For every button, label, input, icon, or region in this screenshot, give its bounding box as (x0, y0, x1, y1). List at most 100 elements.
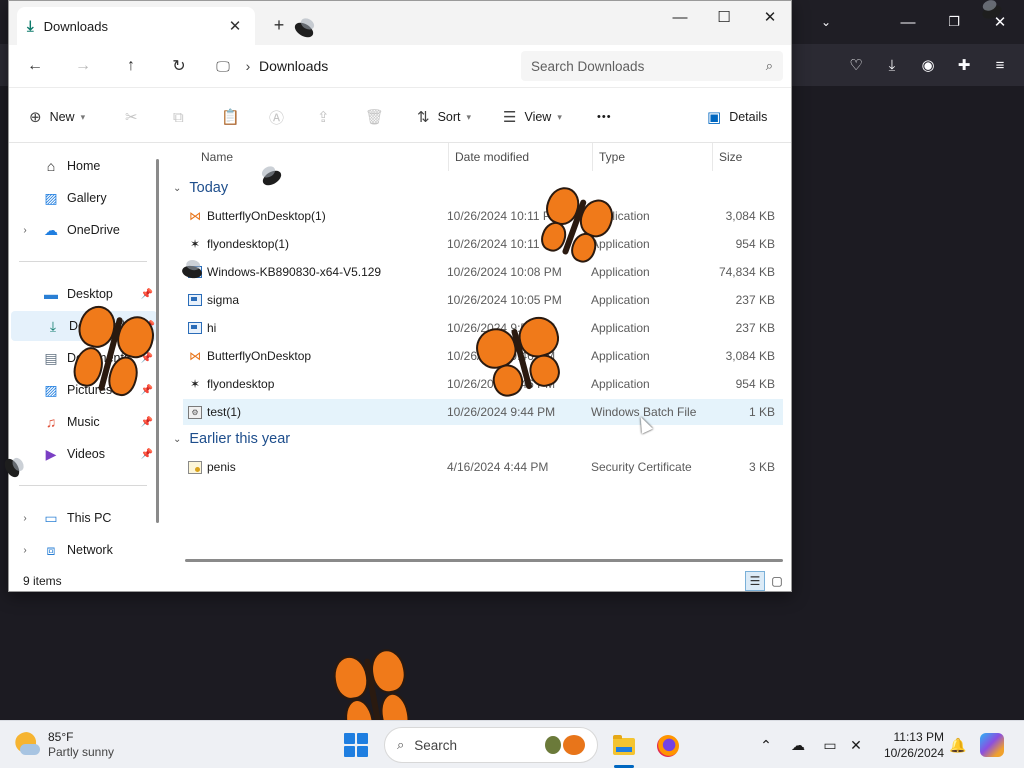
close-button[interactable]: ✕ (747, 1, 791, 33)
minimize-button[interactable]: — (657, 1, 703, 33)
sort-icon: ⇅ (417, 109, 430, 126)
pin-icon[interactable]: 📌 (141, 289, 153, 300)
column-header-type[interactable]: Type (593, 143, 713, 171)
plus-circle-icon: ⊕ (29, 109, 42, 126)
file-name: flyondesktop(1) (207, 237, 290, 251)
network-icon: ⧈ (46, 541, 56, 558)
pocket-icon[interactable]: ♡ (844, 53, 868, 77)
onedrive-tray-icon[interactable]: ☁ (786, 733, 810, 757)
paste-button[interactable]: 📋 (221, 104, 248, 130)
up-button[interactable]: ↑ (117, 52, 145, 80)
sidebar-item-gallery[interactable]: ▨ Gallery (9, 183, 155, 213)
search-placeholder: Search Downloads (531, 58, 645, 74)
back-button[interactable]: ← (21, 52, 49, 80)
copilot-icon[interactable] (980, 733, 1004, 757)
breadcrumb-separator[interactable]: › (237, 58, 259, 74)
taskbar-firefox[interactable] (651, 729, 685, 763)
browser-menu-icon[interactable]: ≡ (988, 53, 1012, 77)
sidebar-item-label: Network (67, 543, 113, 557)
browser-restore-icon[interactable]: ❐ (942, 10, 966, 34)
chevron-down-icon: ⌄ (173, 433, 182, 445)
pin-icon[interactable]: 📌 (141, 449, 153, 460)
cut-button[interactable]: ✂ (125, 104, 146, 130)
chevron-right-icon[interactable]: › (9, 513, 41, 524)
start-button[interactable] (344, 733, 368, 757)
tab-close-button[interactable]: ✕ (225, 17, 245, 35)
file-row[interactable]: sigma 10/26/2024 10:05 PM Application 23… (183, 287, 783, 313)
file-date: 10/26/2024 10:08 PM (447, 265, 562, 279)
sidebar-item-this-pc[interactable]: › ▭ This PC (9, 503, 155, 533)
sidebar-item-home[interactable]: ⌂ Home (9, 151, 155, 181)
sort-button[interactable]: ⇅ Sort ▾ (417, 104, 471, 130)
taskbar-search[interactable]: ⌕ Search (384, 727, 598, 763)
batch-file-icon: ⚙ (187, 404, 203, 420)
navigation-bar: ← → ↑ ↻ 🖵 › Downloads Search Downloads ⌕ (9, 45, 791, 87)
details-pane-button[interactable]: ▣ Details (707, 104, 767, 130)
file-date: 10/26/2024 10:05 PM (447, 293, 562, 307)
maximize-button[interactable]: ☐ (701, 1, 747, 33)
group-label: Today (189, 180, 229, 196)
fly-icon: ✶ (189, 237, 201, 251)
sidebar-item-network[interactable]: › ⧈ Network (9, 535, 155, 565)
extensions-icon[interactable]: ✚ (952, 53, 976, 77)
file-row[interactable]: ✶ flyondesktop(1) 10/26/2024 10:11 PM Ap… (183, 231, 783, 257)
file-row[interactable]: ⋈ ButterflyOnDesktop(1) 10/26/2024 10:11… (183, 203, 783, 229)
chevron-down-icon: ▾ (80, 111, 86, 122)
new-button[interactable]: ⊕ New ▾ (29, 104, 85, 130)
butterfly-icon: ⋈ (189, 349, 201, 363)
delete-button[interactable]: 🗑 (365, 104, 392, 130)
search-input[interactable]: Search Downloads ⌕ (521, 51, 783, 81)
group-header-today[interactable]: ⌄ Today (173, 175, 228, 201)
firefox-icon (657, 735, 679, 757)
forward-button[interactable]: → (69, 52, 97, 80)
view-list-icon: ☰ (503, 109, 517, 126)
network-tray-icon[interactable]: ▭ (818, 733, 842, 757)
partly-sunny-icon (14, 732, 40, 758)
horizontal-scrollbar[interactable] (185, 559, 783, 562)
browser-downloads-icon[interactable]: ⤓ (880, 53, 904, 77)
system-clock[interactable]: 11:13 PM 10/26/2024 (874, 729, 944, 761)
certificate-icon (187, 459, 203, 475)
details-view-button[interactable]: ☰ (745, 571, 765, 591)
show-hidden-icons-button[interactable]: ⌃ (754, 733, 778, 757)
app-icon (187, 292, 203, 308)
search-icon[interactable]: ⌕ (766, 58, 773, 74)
file-row[interactable]: Windows-KB890830-x64-V5.129 10/26/2024 1… (183, 259, 783, 285)
chevron-right-icon[interactable]: › (9, 545, 41, 556)
new-tab-button[interactable]: + (267, 13, 291, 37)
view-button[interactable]: ☰ View ▾ (503, 104, 562, 130)
rename-icon: Ⓐ (269, 109, 285, 127)
notification-bell-icon[interactable]: 🔔 (946, 733, 970, 757)
browser-minimize-icon[interactable]: — (896, 10, 920, 34)
file-explorer-window: ⤓ Downloads ✕ + — ☐ ✕ ← → ↑ ↻ 🖵 › Downlo… (8, 0, 792, 592)
breadcrumb-downloads[interactable]: Downloads (259, 58, 328, 74)
tiles-view-button[interactable]: ▢ (767, 571, 787, 591)
share-icon: ⇪ (317, 109, 330, 126)
copy-button[interactable]: ⧉ (173, 104, 192, 130)
more-options-button[interactable]: ••• (597, 104, 612, 130)
tab-downloads[interactable]: ⤓ Downloads ✕ (17, 7, 255, 45)
sidebar-item-onedrive[interactable]: › ☁ OneDrive (9, 215, 155, 245)
column-header-name[interactable]: Name (195, 143, 449, 171)
volume-muted-icon[interactable]: ✕ (844, 733, 868, 757)
list-all-tabs-icon[interactable]: ⌄ (814, 10, 838, 34)
address-bar[interactable]: 🖵 › Downloads (209, 51, 509, 81)
file-row[interactable]: penis 4/16/2024 4:44 PM Security Certifi… (183, 454, 783, 480)
gallery-icon: ▨ (44, 189, 58, 206)
file-size: 3,084 KB (725, 349, 775, 363)
column-header-date-modified[interactable]: Date modified (449, 143, 593, 171)
sidebar-item-label: This PC (67, 511, 112, 525)
clock-date: 10/26/2024 (883, 746, 944, 760)
column-header-size[interactable]: Size (713, 143, 791, 171)
group-header-earlier-this-year[interactable]: ⌄ Earlier this year (173, 426, 290, 452)
pin-icon[interactable]: 📌 (141, 417, 153, 428)
share-button[interactable]: ⇪ (317, 104, 338, 130)
taskbar-file-explorer[interactable] (607, 729, 641, 763)
file-size: 954 KB (735, 377, 775, 391)
sidebar-item-videos[interactable]: ▶ Videos 📌 (9, 439, 155, 469)
rename-button[interactable]: Ⓐ (269, 104, 292, 130)
refresh-button[interactable]: ↻ (165, 52, 193, 80)
chevron-right-icon[interactable]: › (9, 225, 41, 236)
weather-widget[interactable]: 85°F Partly sunny (14, 728, 144, 762)
account-icon[interactable]: ◉ (916, 53, 940, 77)
